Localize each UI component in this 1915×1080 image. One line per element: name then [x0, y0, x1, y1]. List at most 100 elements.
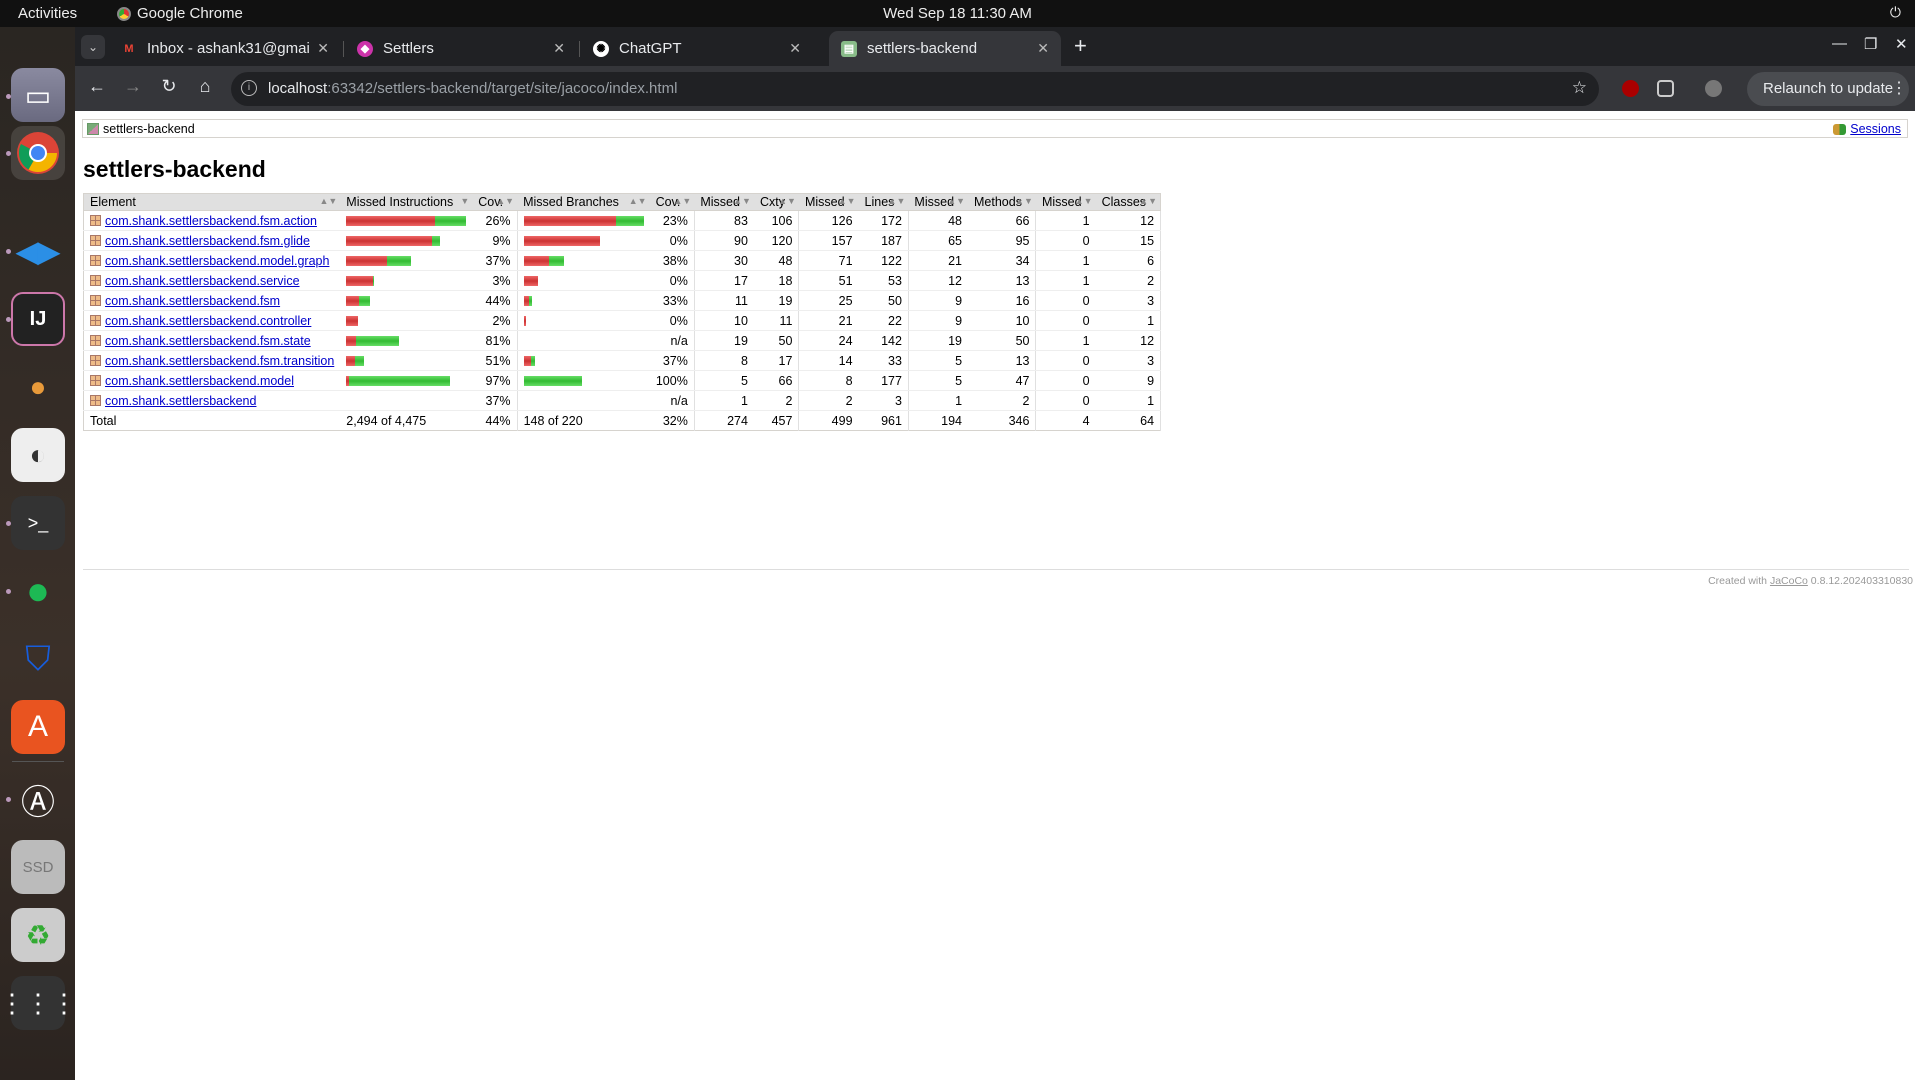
site-info-icon[interactable]: i	[241, 80, 257, 96]
header-branch-cov[interactable]: Cov. ▲▼	[649, 193, 695, 211]
url-text[interactable]: localhost:63342/settlers-backend/target/…	[268, 80, 677, 97]
app-menu[interactable]: Google Chrome	[117, 5, 243, 22]
tab-title: Inbox - ashank31@gmail	[147, 40, 310, 57]
header-missed-lines[interactable]: Missed ▲▼	[798, 193, 859, 211]
missed-methods: 1	[908, 390, 969, 411]
spotify-icon[interactable]: ●	[11, 564, 65, 618]
package-link[interactable]: com.shank.settlersbackend.fsm.glide	[105, 234, 310, 248]
header-methods[interactable]: Methods ▲▼	[968, 193, 1036, 211]
new-tab-button[interactable]: +	[1074, 33, 1087, 59]
missed-lines: 25	[798, 290, 859, 311]
tab-search-button[interactable]: ⌄	[81, 35, 105, 59]
tab-gmail[interactable]: M Inbox - ashank31@gmail ✕	[109, 31, 341, 66]
header-lines[interactable]: Lines ▲▼	[858, 193, 909, 211]
cxty: 2	[753, 390, 800, 411]
chrome-menu-icon[interactable]: ⋮	[1891, 78, 1907, 98]
chrome-icon	[117, 6, 131, 21]
files-icon[interactable]: ▭	[11, 68, 65, 122]
vscode-icon[interactable]: ◀▶	[11, 224, 65, 278]
clock[interactable]: Wed Sep 18 11:30 AM	[0, 5, 1915, 22]
header-missed-methods[interactable]: Missed ▲▼	[908, 193, 969, 211]
lines: 177	[858, 370, 909, 391]
package-link[interactable]: com.shank.settlersbackend.fsm.action	[105, 214, 317, 228]
package-link[interactable]: com.shank.settlersbackend	[105, 394, 256, 408]
relaunch-button[interactable]: Relaunch to update	[1747, 72, 1910, 106]
header-classes[interactable]: Classes ▲▼	[1095, 193, 1161, 211]
bitwarden-icon[interactable]: ⛉	[11, 632, 65, 686]
power-status-icon[interactable]: ⏻	[1890, 4, 1901, 21]
ssd-drive-icon[interactable]: SSD	[11, 840, 65, 894]
close-window-icon[interactable]: ✕	[1895, 35, 1908, 53]
show-apps-icon[interactable]: ⋮⋮⋮	[0, 976, 77, 1030]
gmail-icon: M	[124, 42, 134, 55]
covered-bar-segment	[355, 356, 365, 367]
header-cxty[interactable]: Cxty ▲▼	[753, 193, 799, 211]
bookmark-star-icon[interactable]: ☆	[1572, 78, 1587, 98]
sessions-link[interactable]: Sessions	[1850, 122, 1901, 136]
header-missed-branches[interactable]: Missed Branches ▲▼	[517, 193, 650, 211]
activities-button[interactable]: Activities	[18, 5, 77, 22]
lines: 122	[858, 250, 909, 271]
methods: 66	[968, 210, 1037, 231]
branch-cov: 33%	[649, 290, 695, 311]
coverage-bar	[346, 356, 365, 367]
restore-icon[interactable]: ❐	[1864, 35, 1877, 53]
close-icon[interactable]: ✕	[789, 40, 801, 57]
instr-cov: 97%	[472, 370, 518, 391]
missed-methods: 65	[908, 230, 969, 251]
tab-settlers-backend[interactable]: ▤ settlers-backend ✕	[829, 31, 1061, 66]
terminal-icon[interactable]: >_	[11, 496, 65, 550]
classes: 1	[1095, 390, 1162, 411]
coverage-bar	[523, 216, 644, 227]
back-icon[interactable]: ←	[85, 76, 109, 97]
element-cell: com.shank.settlersbackend.service	[83, 270, 341, 291]
package-link[interactable]: com.shank.settlersbackend.fsm.transition	[105, 354, 334, 368]
forward-icon[interactable]: →	[121, 76, 145, 97]
close-icon[interactable]: ✕	[553, 40, 565, 57]
header-instr-cov[interactable]: Cov. ▲▼	[472, 193, 518, 211]
ublock-extension-icon[interactable]	[1622, 80, 1639, 97]
covered-bar-segment	[523, 376, 582, 387]
package-icon	[90, 274, 101, 286]
jacoco-link[interactable]: JaCoCo	[1770, 575, 1808, 587]
coverage-bar	[346, 276, 375, 287]
package-link[interactable]: com.shank.settlersbackend.model.graph	[105, 254, 329, 268]
extensions-icon[interactable]	[1657, 80, 1674, 97]
missed-classes: 0	[1035, 230, 1096, 251]
missed-classes: 1	[1035, 270, 1096, 291]
dog-app-icon[interactable]: ●	[11, 360, 65, 414]
package-link[interactable]: com.shank.settlersbackend.fsm	[105, 294, 280, 308]
header-missed-classes[interactable]: Missed ▲▼	[1035, 193, 1096, 211]
profile-avatar[interactable]	[1705, 80, 1722, 97]
classes: 9	[1095, 370, 1162, 391]
package-icon	[90, 234, 101, 246]
system-tray[interactable]: ⏻	[1890, 4, 1901, 21]
instr-bar-cell	[340, 310, 473, 331]
header-element[interactable]: Element ▲▼	[83, 193, 341, 211]
cxty: 18	[753, 270, 800, 291]
report-icon	[87, 122, 99, 135]
methods: 47	[968, 370, 1037, 391]
header-missed-cxty[interactable]: Missed ▲▼	[694, 193, 754, 211]
chrome-dock-icon[interactable]	[11, 126, 65, 180]
package-link[interactable]: com.shank.settlersbackend.model	[105, 374, 294, 388]
home-icon[interactable]: ⌂	[193, 76, 217, 97]
address-bar[interactable]: i localhost:63342/settlers-backend/targe…	[231, 72, 1599, 106]
tab-settlers[interactable]: ◆ Settlers ✕	[345, 31, 577, 66]
close-icon[interactable]: ✕	[1037, 40, 1049, 57]
minimize-icon[interactable]: —	[1832, 35, 1847, 52]
reload-icon[interactable]: ↻	[157, 76, 181, 97]
package-link[interactable]: com.shank.settlersbackend.controller	[105, 314, 311, 328]
close-icon[interactable]: ✕	[317, 40, 329, 57]
trash-icon[interactable]: ♻	[11, 908, 65, 962]
header-missed-instructions[interactable]: Missed Instructions ▼	[340, 193, 473, 211]
package-link[interactable]: com.shank.settlersbackend.fsm.state	[105, 334, 311, 348]
intellij-icon[interactable]: IJ	[11, 292, 65, 346]
sort-icon: ▲▼	[733, 196, 751, 206]
software-updater-icon[interactable]: Ⓐ	[11, 772, 65, 826]
image-viewer-icon[interactable]: ◐	[11, 428, 65, 482]
package-link[interactable]: com.shank.settlersbackend.service	[105, 274, 300, 288]
instr-cov: 9%	[472, 230, 518, 251]
tab-chatgpt[interactable]: ✺ ChatGPT ✕	[581, 31, 813, 66]
app-center-icon[interactable]: A	[11, 700, 65, 754]
